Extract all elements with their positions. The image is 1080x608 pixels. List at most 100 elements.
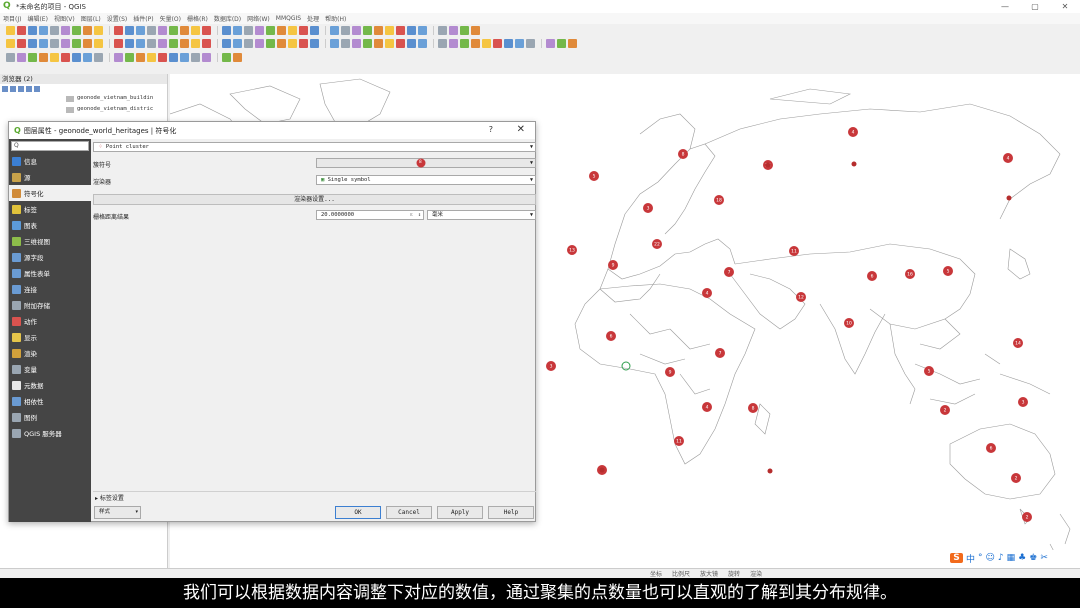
project-tool-icon[interactable] bbox=[363, 25, 372, 35]
edit-tool-icon[interactable] bbox=[136, 38, 145, 48]
sidebar-item-symbology[interactable]: 符号化 bbox=[9, 185, 91, 201]
point-marker[interactable] bbox=[1006, 195, 1012, 201]
edit-tool-icon[interactable] bbox=[6, 38, 15, 48]
spinner-icon[interactable]: ⇕ bbox=[418, 211, 421, 219]
advanced-tool-icon[interactable] bbox=[72, 52, 81, 62]
style-menu-button[interactable]: 样式 ▾ bbox=[94, 506, 141, 519]
menu-settings[interactable]: 设置(S) bbox=[107, 14, 128, 23]
cancel-button[interactable]: Cancel bbox=[386, 506, 432, 519]
project-tool-icon[interactable] bbox=[202, 25, 211, 35]
project-tool-icon[interactable] bbox=[147, 25, 156, 35]
advanced-tool-icon[interactable] bbox=[180, 52, 189, 62]
edit-tool-icon[interactable] bbox=[482, 38, 491, 48]
edit-tool-icon[interactable] bbox=[526, 38, 535, 48]
sidebar-item-diagrams[interactable]: 图表 bbox=[9, 217, 91, 233]
menu-edit[interactable]: 编辑(E) bbox=[27, 14, 47, 23]
renderer-settings-button[interactable]: 渲染器设置... bbox=[93, 194, 536, 205]
project-tool-icon[interactable] bbox=[277, 25, 286, 35]
menu-processing[interactable]: 处理 bbox=[307, 14, 319, 23]
menu-help[interactable]: 帮助(H) bbox=[325, 14, 346, 23]
cluster-symbol-button[interactable]: 8 ▼ bbox=[316, 158, 536, 168]
edit-tool-icon[interactable] bbox=[233, 38, 242, 48]
advanced-tool-icon[interactable] bbox=[202, 52, 211, 62]
advanced-tool-icon[interactable] bbox=[191, 52, 200, 62]
project-tool-icon[interactable] bbox=[114, 25, 123, 35]
browser-item-districts[interactable]: geonode_vietnam_distric bbox=[0, 104, 167, 115]
menu-raster[interactable]: 栅格(R) bbox=[187, 14, 208, 23]
edit-tool-icon[interactable] bbox=[299, 38, 308, 48]
edit-tool-icon[interactable] bbox=[83, 38, 92, 48]
skin-icon[interactable]: ♣ bbox=[1018, 553, 1026, 563]
advanced-tool-icon[interactable] bbox=[61, 52, 70, 62]
expression-icon[interactable]: ε bbox=[410, 211, 413, 219]
menu-database[interactable]: 数据库(D) bbox=[214, 14, 241, 23]
edit-tool-icon[interactable] bbox=[546, 38, 555, 48]
project-tool-icon[interactable] bbox=[158, 25, 167, 35]
advanced-tool-icon[interactable] bbox=[94, 52, 103, 62]
project-tool-icon[interactable] bbox=[330, 25, 339, 35]
edit-tool-icon[interactable] bbox=[352, 38, 361, 48]
edit-tool-icon[interactable] bbox=[28, 38, 37, 48]
project-tool-icon[interactable] bbox=[374, 25, 383, 35]
ok-button[interactable]: OK bbox=[335, 506, 381, 519]
emoji-icon[interactable]: ☺ bbox=[986, 553, 995, 563]
edit-tool-icon[interactable] bbox=[244, 38, 253, 48]
project-tool-icon[interactable] bbox=[50, 25, 59, 35]
menu-vector[interactable]: 矢量(O) bbox=[160, 14, 181, 23]
edit-tool-icon[interactable] bbox=[180, 38, 189, 48]
menu-layer[interactable]: 图层(L) bbox=[81, 14, 101, 23]
advanced-tool-icon[interactable] bbox=[233, 52, 242, 62]
project-tool-icon[interactable] bbox=[352, 25, 361, 35]
sogou-logo-icon[interactable]: S bbox=[950, 553, 963, 563]
project-tool-icon[interactable] bbox=[385, 25, 394, 35]
sidebar-item-fields[interactable]: 源字段 bbox=[9, 249, 91, 265]
voice-icon[interactable]: ♪ bbox=[998, 553, 1004, 563]
keyboard-icon[interactable]: ▦ bbox=[1007, 553, 1016, 563]
sidebar-item-info[interactable]: 信息 bbox=[9, 153, 91, 169]
edit-tool-icon[interactable] bbox=[341, 38, 350, 48]
edit-tool-icon[interactable] bbox=[61, 38, 70, 48]
project-tool-icon[interactable] bbox=[222, 25, 231, 35]
edit-tool-icon[interactable] bbox=[17, 38, 26, 48]
project-tool-icon[interactable] bbox=[94, 25, 103, 35]
advanced-tool-icon[interactable] bbox=[50, 52, 59, 62]
project-tool-icon[interactable] bbox=[299, 25, 308, 35]
advanced-tool-icon[interactable] bbox=[39, 52, 48, 62]
edit-tool-icon[interactable] bbox=[330, 38, 339, 48]
edit-tool-icon[interactable] bbox=[460, 38, 469, 48]
sidebar-item-dependencies[interactable]: 相依性 bbox=[9, 393, 91, 409]
edit-tool-icon[interactable] bbox=[288, 38, 297, 48]
advanced-tool-icon[interactable] bbox=[6, 52, 15, 62]
project-tool-icon[interactable] bbox=[460, 25, 469, 35]
project-tool-icon[interactable] bbox=[449, 25, 458, 35]
menu-web[interactable]: 网络(W) bbox=[247, 14, 270, 23]
project-tool-icon[interactable] bbox=[310, 25, 319, 35]
menu-project[interactable]: 项目(J) bbox=[3, 14, 21, 23]
project-tool-icon[interactable] bbox=[407, 25, 416, 35]
edit-tool-icon[interactable] bbox=[39, 38, 48, 48]
project-tool-icon[interactable] bbox=[125, 25, 134, 35]
edit-tool-icon[interactable] bbox=[169, 38, 178, 48]
sidebar-item-source[interactable]: 源 bbox=[9, 169, 91, 185]
advanced-tool-icon[interactable] bbox=[125, 52, 134, 62]
sidebar-item-legend[interactable]: 图例 bbox=[9, 409, 91, 425]
edit-tool-icon[interactable] bbox=[557, 38, 566, 48]
edit-tool-icon[interactable] bbox=[471, 38, 480, 48]
menu-view[interactable]: 视图(V) bbox=[54, 14, 75, 23]
edit-tool-icon[interactable] bbox=[396, 38, 405, 48]
edit-tool-icon[interactable] bbox=[568, 38, 577, 48]
project-tool-icon[interactable] bbox=[471, 25, 480, 35]
tools-icon[interactable]: ✂ bbox=[1040, 553, 1048, 563]
project-tool-icon[interactable] bbox=[255, 25, 264, 35]
sidebar-item-rendering[interactable]: 渲染 bbox=[9, 345, 91, 361]
help-button[interactable]: Help bbox=[488, 506, 534, 519]
sidebar-item-variables[interactable]: 变量 bbox=[9, 361, 91, 377]
project-tool-icon[interactable] bbox=[39, 25, 48, 35]
edit-tool-icon[interactable] bbox=[147, 38, 156, 48]
edit-tool-icon[interactable] bbox=[266, 38, 275, 48]
label-settings-section[interactable]: ▸ 标签设置 bbox=[95, 493, 124, 502]
advanced-tool-icon[interactable] bbox=[83, 52, 92, 62]
minimize-button[interactable]: — bbox=[990, 0, 1020, 13]
edit-tool-icon[interactable] bbox=[407, 38, 416, 48]
menu-mmqgis[interactable]: MMQGIS bbox=[276, 15, 301, 22]
